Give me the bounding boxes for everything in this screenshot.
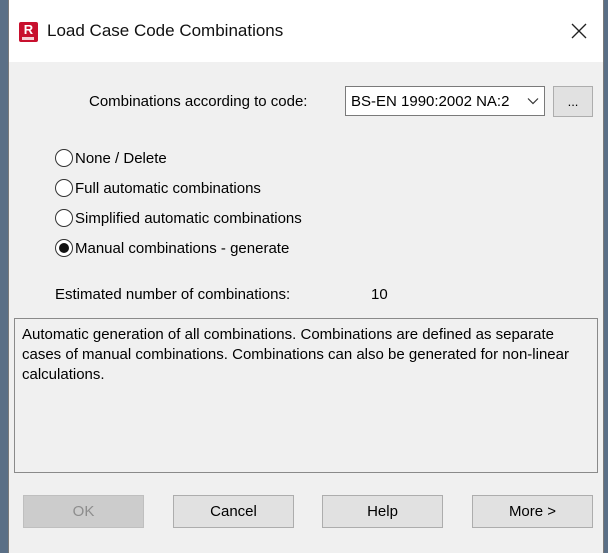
close-button[interactable]: [561, 14, 597, 48]
radio-label: Simplified automatic combinations: [75, 209, 302, 227]
estimated-count-label: Estimated number of combinations:: [55, 286, 291, 303]
radio-none-delete[interactable]: None / Delete: [55, 147, 167, 169]
close-icon: [571, 23, 587, 39]
description-box: Automatic generation of all combinations…: [14, 318, 598, 473]
code-label: Combinations according to code:: [89, 93, 308, 110]
estimated-count-value: 10: [371, 286, 388, 303]
radio-circle: [55, 179, 73, 197]
radio-circle-checked: [55, 239, 73, 257]
code-select[interactable]: BS-EN 1990:2002 NA:2: [345, 86, 545, 116]
dialog-window: R Load Case Code Combinations Combinatio…: [8, 0, 604, 553]
robot-app-icon: R: [19, 22, 38, 42]
title-bar[interactable]: R Load Case Code Combinations: [9, 0, 603, 62]
cancel-button[interactable]: Cancel: [173, 495, 294, 528]
radio-full-automatic[interactable]: Full automatic combinations: [55, 177, 261, 199]
help-button[interactable]: Help: [322, 495, 443, 528]
more-button[interactable]: More >: [472, 495, 593, 528]
radio-manual-generate[interactable]: Manual combinations - generate: [55, 237, 289, 259]
code-select-value: BS-EN 1990:2002 NA:2: [351, 92, 510, 110]
ok-button[interactable]: OK: [23, 495, 144, 528]
window-title: Load Case Code Combinations: [47, 21, 284, 40]
radio-circle: [55, 149, 73, 167]
radio-simplified-automatic[interactable]: Simplified automatic combinations: [55, 207, 302, 229]
radio-label: Full automatic combinations: [75, 179, 261, 197]
chevron-down-icon: [522, 87, 544, 115]
app-icon-letter: R: [23, 22, 34, 37]
radio-label: Manual combinations - generate: [75, 239, 290, 257]
radio-circle: [55, 209, 73, 227]
code-browse-button[interactable]: ...: [553, 86, 593, 117]
radio-label: None / Delete: [75, 149, 167, 167]
